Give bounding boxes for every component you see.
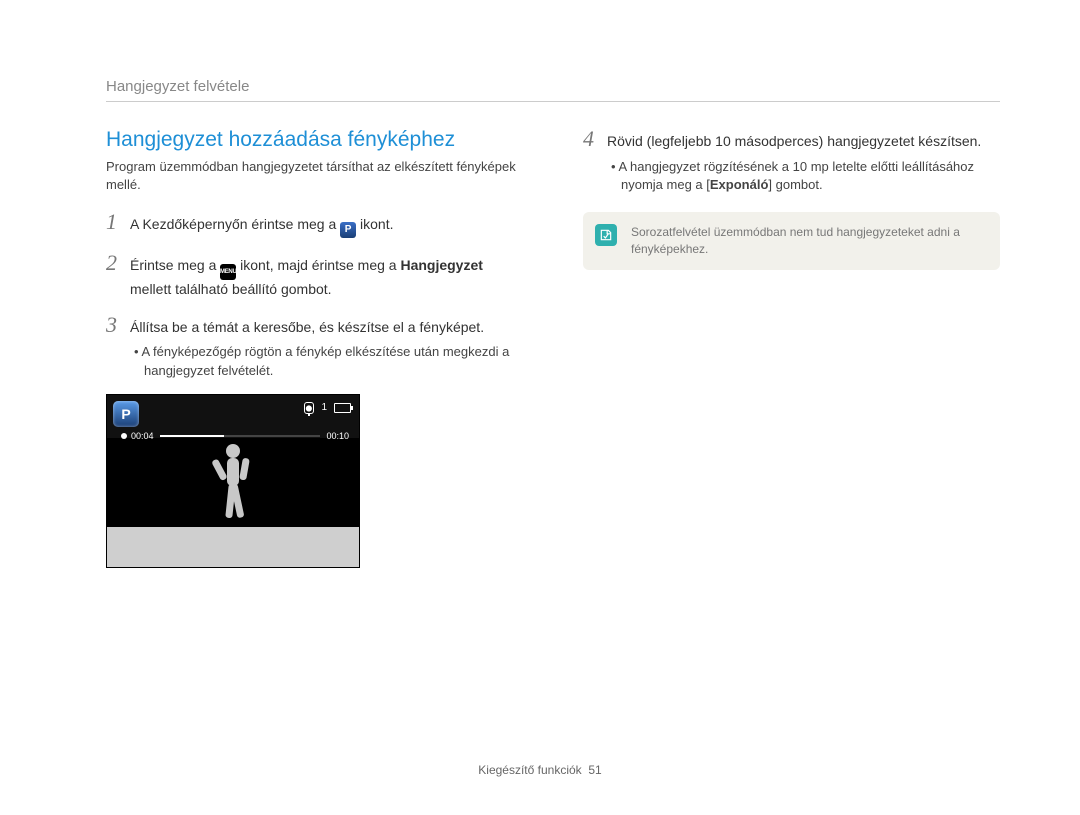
microphone-icon: [304, 402, 314, 414]
page-footer: Kiegészítő funkciók 51: [0, 763, 1080, 777]
intro-text: Program üzemmódban hangjegyzetet társíth…: [106, 158, 523, 193]
step-2-text-pre: Érintse meg a: [130, 257, 220, 273]
left-column: Hangjegyzet hozzáadása fényképhez Progra…: [106, 128, 523, 568]
step-2: 2 Érintse meg a MENU ikont, majd érintse…: [106, 252, 523, 300]
step-2-bold: Hangjegyzet: [400, 257, 482, 273]
rec-total-time: 00:10: [326, 431, 349, 441]
camera-preview-illustration: P 1 00:04 00:10: [106, 394, 360, 568]
step-1-text-pre: A Kezdőképernyőn érintse meg a: [130, 216, 340, 232]
shot-counter: 1: [321, 402, 327, 413]
program-mode-icon: P: [340, 222, 356, 238]
step-3-text: Állítsa be a témát a keresőbe, és készít…: [130, 319, 484, 335]
battery-icon: [334, 403, 351, 413]
note-text: Sorozatfelvétel üzemmódban nem tud hangj…: [631, 225, 960, 256]
step-number: 3: [106, 314, 130, 336]
menu-icon: MENU: [220, 264, 236, 280]
step-3: 3 Állítsa be a témát a keresőbe, és kész…: [106, 314, 523, 380]
footer-section: Kiegészítő funkciók: [478, 763, 581, 777]
mode-badge-icon: P: [113, 401, 139, 427]
info-note: Sorozatfelvétel üzemmódban nem tud hangj…: [583, 212, 1000, 270]
step-number: 4: [583, 128, 607, 150]
rec-current-time: 00:04: [131, 431, 154, 441]
right-column: 4 Rövid (legfeljebb 10 másodperces) hang…: [583, 128, 1000, 568]
page-header: Hangjegyzet felvétele: [106, 78, 1000, 102]
note-icon: [595, 224, 617, 246]
step-4-text: Rövid (legfeljebb 10 másodperces) hangje…: [607, 133, 981, 149]
footer-page-number: 51: [588, 763, 601, 777]
step-2-text-post: mellett található beállító gombot.: [130, 281, 332, 297]
record-dot-icon: [121, 433, 127, 439]
step-4-sub: A hangjegyzet rögzítésének a 10 mp letel…: [607, 158, 1000, 194]
step-number: 1: [106, 211, 130, 233]
step-3-sub: A fényképezőgép rögtön a fénykép elkészí…: [130, 343, 523, 379]
recording-progress: 00:04 00:10: [121, 431, 349, 441]
person-silhouette-icon: [208, 441, 258, 529]
step-1-text-post: ikont.: [356, 216, 393, 232]
section-title: Hangjegyzet hozzáadása fényképhez: [106, 128, 523, 152]
step-2-text-mid: ikont, majd érintse meg a: [236, 257, 400, 273]
step-1: 1 A Kezdőképernyőn érintse meg a P ikont…: [106, 211, 523, 238]
step-number: 2: [106, 252, 130, 274]
step-4: 4 Rövid (legfeljebb 10 másodperces) hang…: [583, 128, 1000, 194]
